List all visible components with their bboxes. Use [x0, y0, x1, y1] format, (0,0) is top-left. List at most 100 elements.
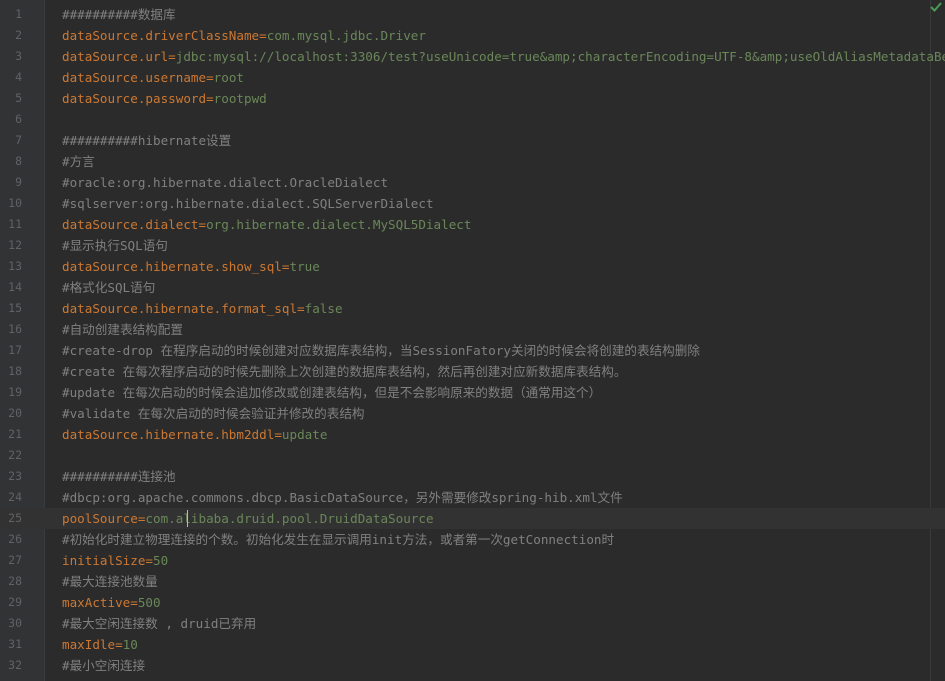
line-number: 25: [8, 511, 22, 525]
code-line[interactable]: 13 dataSource.hibernate.show_sql=true: [0, 256, 945, 277]
code-line[interactable]: 9 #oracle:org.hibernate.dialect.OracleDia…: [0, 172, 945, 193]
code-editor[interactable]: 1 ##########数据库 2 dataSource.driverClassNam…: [0, 0, 945, 681]
equals-sign: =: [115, 637, 123, 652]
code-line[interactable]: 15 dataSource.hibernate.format_sql=false: [0, 298, 945, 319]
line-content: maxIdle=10: [62, 634, 945, 655]
code-line[interactable]: 25 poolSource=com.alibaba.druid.pool.Drui…: [0, 508, 945, 529]
line-number: 7: [15, 133, 22, 147]
line-content: ##########数据库: [62, 4, 945, 25]
equals-sign: =: [198, 217, 207, 232]
equals-sign: =: [130, 595, 138, 610]
property-value: true: [289, 259, 320, 274]
code-line[interactable]: 4 dataSource.username=root: [0, 67, 945, 88]
code-line[interactable]: 20 #validate 在每次启动的时候会验证并修改的表结构: [0, 403, 945, 424]
property-value: com.alibaba.druid.pool.DruidDataSource: [145, 511, 434, 526]
line-content: #最大连接池数量: [62, 571, 945, 592]
comment-text: #方言: [62, 154, 95, 169]
line-number: 5: [15, 91, 22, 105]
equals-sign: =: [206, 70, 214, 85]
property-value: com.mysql.jdbc.Driver: [266, 28, 426, 43]
line-content: #自动创建表结构配置: [62, 319, 945, 340]
line-number: 3: [15, 49, 22, 63]
code-line[interactable]: 5 dataSource.password=rootpwd: [0, 88, 945, 109]
line-content: dataSource.url=jdbc:mysql://localhost:33…: [62, 46, 945, 67]
line-number: 16: [8, 322, 22, 336]
line-content: #显示执行SQL语句: [62, 235, 945, 256]
line-content: dataSource.hibernate.hbm2ddl=update: [62, 424, 945, 445]
line-number: 26: [8, 532, 22, 546]
line-number: 24: [8, 490, 22, 504]
comment-text: ##########hibernate设置: [62, 133, 232, 148]
code-line[interactable]: 27 initialSize=50: [0, 550, 945, 571]
comment-text: #create 在每次程序启动的时候先删除上次创建的数据库表结构，然后再创建对应…: [62, 364, 627, 379]
property-value: root: [213, 70, 244, 85]
line-number: 14: [8, 280, 22, 294]
line-number: 27: [8, 553, 22, 567]
text-caret: [187, 510, 188, 527]
code-line[interactable]: 8 #方言: [0, 151, 945, 172]
equals-sign: =: [145, 553, 153, 568]
code-line[interactable]: 28 #最大连接池数量: [0, 571, 945, 592]
line-number: 1: [15, 7, 22, 21]
line-content: #create 在每次程序启动的时候先删除上次创建的数据库表结构，然后再创建对应…: [62, 361, 945, 382]
code-line[interactable]: 18 #create 在每次程序启动的时候先删除上次创建的数据库表结构，然后再创建…: [0, 361, 945, 382]
code-line[interactable]: 23 ##########连接池: [0, 466, 945, 487]
line-content: dataSource.driverClassName=com.mysql.jdb…: [62, 25, 945, 46]
code-line[interactable]: 2 dataSource.driverClassName=com.mysql.jd…: [0, 25, 945, 46]
code-line[interactable]: 19 #update 在每次启动的时候会追加修改或创建表结构，但是不会影响原来的数…: [0, 382, 945, 403]
line-number: 19: [8, 385, 22, 399]
line-number: 29: [8, 595, 22, 609]
property-key: dataSource.url: [62, 49, 169, 64]
line-content: #格式化SQL语句: [62, 277, 945, 298]
code-line[interactable]: 12 #显示执行SQL语句: [0, 235, 945, 256]
code-line[interactable]: 7 ##########hibernate设置: [0, 130, 945, 151]
code-line[interactable]: 32 #最小空闲连接: [0, 655, 945, 676]
code-line[interactable]: 21 dataSource.hibernate.hbm2ddl=update: [0, 424, 945, 445]
comment-text: #最大空闲连接数 , druid已弃用: [62, 616, 257, 631]
property-key: maxIdle: [62, 637, 116, 652]
code-line[interactable]: 6: [0, 109, 945, 130]
code-line[interactable]: 10 #sqlserver:org.hibernate.dialect.SQLSe…: [0, 193, 945, 214]
code-line[interactable]: 22: [0, 445, 945, 466]
code-line[interactable]: 11 dataSource.dialect=org.hibernate.diale…: [0, 214, 945, 235]
code-line[interactable]: 17 #create-drop 在程序启动的时候创建对应数据库表结构，当Sessi…: [0, 340, 945, 361]
line-content: ##########hibernate设置: [62, 130, 945, 151]
code-line[interactable]: 31 maxIdle=10: [0, 634, 945, 655]
comment-text: #create-drop 在程序启动的时候创建对应数据库表结构，当Session…: [62, 343, 700, 358]
code-line[interactable]: 24 #dbcp:org.apache.commons.dbcp.BasicDat…: [0, 487, 945, 508]
line-content: #初始化时建立物理连接的个数。初始化发生在显示调用init方法，或者第一次get…: [62, 529, 945, 550]
equals-sign: =: [274, 427, 282, 442]
line-content: #最小空闲连接: [62, 655, 945, 676]
code-line[interactable]: 3 dataSource.url=jdbc:mysql://localhost:3…: [0, 46, 945, 67]
code-line[interactable]: 14 #格式化SQL语句: [0, 277, 945, 298]
line-number: 22: [8, 448, 22, 462]
property-key: dataSource.hibernate.show_sql: [62, 259, 282, 274]
property-key: dataSource.driverClassName: [62, 28, 260, 43]
code-line[interactable]: 29 maxActive=500: [0, 592, 945, 613]
line-number: 28: [8, 574, 22, 588]
code-line[interactable]: 1 ##########数据库: [0, 4, 945, 25]
code-line[interactable]: 26 #初始化时建立物理连接的个数。初始化发生在显示调用init方法，或者第一次g…: [0, 529, 945, 550]
line-content: #oracle:org.hibernate.dialect.OracleDial…: [62, 172, 945, 193]
line-number: 21: [8, 427, 22, 441]
line-number: 17: [8, 343, 22, 357]
code-line[interactable]: 16 #自动创建表结构配置: [0, 319, 945, 340]
equals-sign: =: [206, 91, 214, 106]
property-value: 500: [137, 595, 161, 610]
comment-text: #格式化SQL语句: [62, 280, 156, 295]
property-key: poolSource: [62, 511, 138, 526]
line-content: #sqlserver:org.hibernate.dialect.SQLServ…: [62, 193, 945, 214]
code-line[interactable]: 30 #最大空闲连接数 , druid已弃用: [0, 613, 945, 634]
property-value: jdbc:mysql://localhost:3306/test?useUnic…: [175, 49, 945, 64]
line-number: 8: [15, 154, 22, 168]
comment-text: #dbcp:org.apache.commons.dbcp.BasicDataS…: [62, 490, 623, 505]
line-number: 9: [15, 175, 22, 189]
line-number: 4: [15, 70, 22, 84]
line-content: initialSize=50: [62, 550, 945, 571]
line-content: #最大空闲连接数 , druid已弃用: [62, 613, 945, 634]
line-content: dataSource.password=rootpwd: [62, 88, 945, 109]
property-value: rootpwd: [213, 91, 267, 106]
property-value: 10: [122, 637, 138, 652]
line-number: 32: [8, 658, 22, 672]
line-content: poolSource=com.alibaba.druid.pool.DruidD…: [62, 508, 945, 529]
